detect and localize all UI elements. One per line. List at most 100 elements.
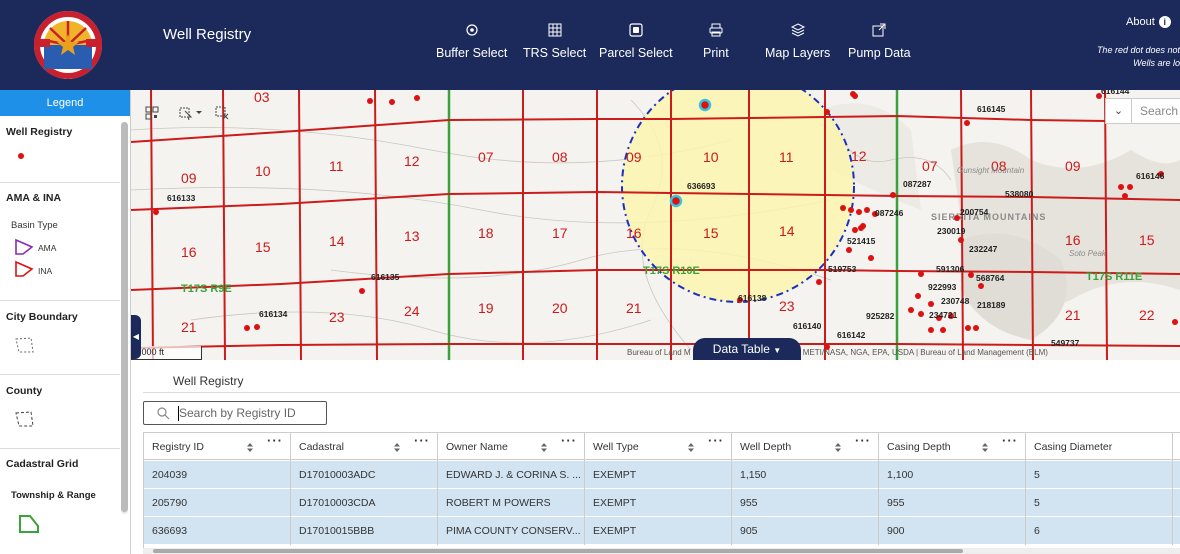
table-row[interactable]: 205790 D17010003CDA ROBERT M POWERS EXEM…: [144, 489, 1180, 517]
cell-well-depth: 905: [732, 517, 879, 545]
section-number: 18: [478, 225, 494, 241]
section-number: 19: [478, 300, 494, 316]
township-label: T17S R11E: [1086, 271, 1142, 283]
ina-label: INA: [38, 266, 53, 276]
pump-data-button[interactable]: Pump Data: [848, 22, 911, 60]
well-id-label: 616138: [738, 293, 767, 303]
well-point: [864, 207, 870, 213]
well-id-label: 200754: [960, 207, 989, 217]
section-number: 13: [404, 228, 420, 244]
section-number: 07: [478, 149, 494, 165]
table-header-row: Registry ID Cadastral Owner Name Well Ty…: [144, 432, 1180, 461]
cell-cadastral: D17010003CDA: [291, 489, 438, 517]
well-id-label: 087287: [903, 179, 932, 189]
cell-casing-diameter: 5: [1026, 461, 1173, 489]
cell-casing-depth: 900: [879, 517, 1026, 545]
well-point: [858, 225, 864, 231]
results-grid: Registry ID Cadastral Owner Name Well Ty…: [143, 432, 1180, 554]
cell-well-type: EXEMPT: [585, 517, 732, 545]
trs-select-button[interactable]: TRS Select: [523, 22, 586, 60]
well-point: [244, 325, 250, 331]
legend-divider: [0, 300, 120, 301]
section-number: 21: [1065, 307, 1081, 323]
buffer-select-label: Buffer Select: [436, 46, 508, 60]
well-id-label: 232247: [969, 244, 998, 254]
map-search[interactable]: ⌄ Search: [1105, 98, 1180, 124]
map-layers-button[interactable]: Map Layers: [765, 22, 830, 60]
grid-icon: [548, 23, 562, 37]
column-menu-icon[interactable]: ···: [414, 433, 430, 448]
map-view[interactable]: 03 09 10 11 12 07 08 09 10 11 12 07 08 0…: [131, 90, 1180, 360]
map-search-placeholder: Search: [1140, 104, 1179, 118]
data-table-toggle[interactable]: Data Table ▼: [693, 338, 801, 360]
well-point: [928, 327, 934, 333]
print-icon: [709, 23, 723, 37]
sort-icon[interactable]: [247, 443, 253, 452]
app-header: Well Registry Buffer Select TRS Select P…: [0, 0, 1180, 90]
sort-icon[interactable]: [982, 443, 988, 452]
chevron-down-icon[interactable]: ⌄: [1106, 99, 1132, 123]
legend-divider: [0, 448, 120, 449]
well-point: [1122, 193, 1128, 199]
legend-panel: Legend Well Registry AMA & INA Basin Typ…: [0, 90, 131, 554]
section-number: 21: [181, 319, 197, 335]
well-id-label: 616140: [793, 321, 822, 331]
layers-icon: [790, 23, 805, 37]
legend-ama-ina-title: AMA & INA: [6, 192, 62, 204]
well-point: [940, 327, 946, 333]
cell-well-type: EXEMPT: [585, 461, 732, 489]
well-point: [840, 205, 846, 211]
well-point: [964, 120, 970, 126]
sort-icon[interactable]: [541, 443, 547, 452]
section-number: 15: [703, 225, 719, 241]
sort-icon[interactable]: [835, 443, 841, 452]
well-point: [965, 325, 971, 331]
legend-collapse-handle[interactable]: ◀: [131, 315, 141, 359]
column-menu-icon[interactable]: ···: [561, 433, 577, 448]
table-scroll-thumb[interactable]: [153, 549, 963, 553]
sort-icon[interactable]: [394, 443, 400, 452]
section-number: 09: [1065, 158, 1081, 174]
column-menu-icon[interactable]: ···: [267, 433, 283, 448]
cell-well-type: EXEMPT: [585, 489, 732, 517]
clear-selection-icon[interactable]: [215, 106, 229, 120]
registry-search-placeholder: Search by Registry ID: [179, 406, 296, 420]
legend-scrollbar[interactable]: [121, 122, 128, 514]
table-horizontal-scrollbar[interactable]: [143, 548, 1180, 554]
column-menu-icon[interactable]: ···: [855, 433, 871, 448]
notice-line-1: The red dot does not: [1096, 45, 1180, 55]
registry-search-input[interactable]: Search by Registry ID: [143, 401, 327, 425]
well-point: [908, 307, 914, 313]
legend-cadastral-grid-title: Cadastral Grid: [6, 458, 79, 470]
legend-scroll-thumb[interactable]: [121, 122, 128, 512]
parcel-select-button[interactable]: Parcel Select: [599, 22, 673, 60]
buffer-select-button[interactable]: Buffer Select: [436, 22, 507, 60]
map-canvas[interactable]: 03 09 10 11 12 07 08 09 10 11 12 07 08 0…: [131, 90, 1180, 360]
qr-select-icon[interactable]: [145, 106, 159, 120]
section-number: 16: [181, 244, 197, 260]
print-button[interactable]: Print: [703, 22, 729, 60]
about-button[interactable]: About i: [1126, 16, 1171, 28]
legend-well-registry-title: Well Registry: [6, 126, 73, 138]
cell-casing-diameter: 6: [1026, 517, 1173, 545]
township-range-icon: [19, 515, 39, 533]
table-row[interactable]: 204039 D17010003ADC EDWARD J. & CORINA S…: [144, 461, 1180, 489]
column-header-casing-diameter[interactable]: Casing Diameter: [1026, 433, 1173, 461]
column-menu-icon[interactable]: ···: [1002, 433, 1018, 448]
adwr-logo[interactable]: [28, 8, 108, 82]
section-number: 15: [255, 239, 271, 255]
select-pointer-icon[interactable]: [179, 106, 203, 120]
well-point: [414, 95, 420, 101]
table-row[interactable]: 636693 D17010015BBB PIMA COUNTY CONSERV.…: [144, 517, 1180, 545]
legend-tab[interactable]: Legend: [0, 90, 130, 116]
section-number: 12: [851, 148, 867, 164]
column-header-label: Cadastral: [299, 441, 344, 453]
sort-icon[interactable]: [688, 443, 694, 452]
column-menu-icon[interactable]: ···: [708, 433, 724, 448]
section-number: 23: [779, 298, 795, 314]
info-icon: i: [1158, 16, 1171, 28]
basin-type-label: Basin Type: [11, 220, 58, 231]
well-point: [254, 324, 260, 330]
section-number: 11: [779, 149, 794, 165]
cell-registry-id: 205790: [144, 489, 291, 517]
